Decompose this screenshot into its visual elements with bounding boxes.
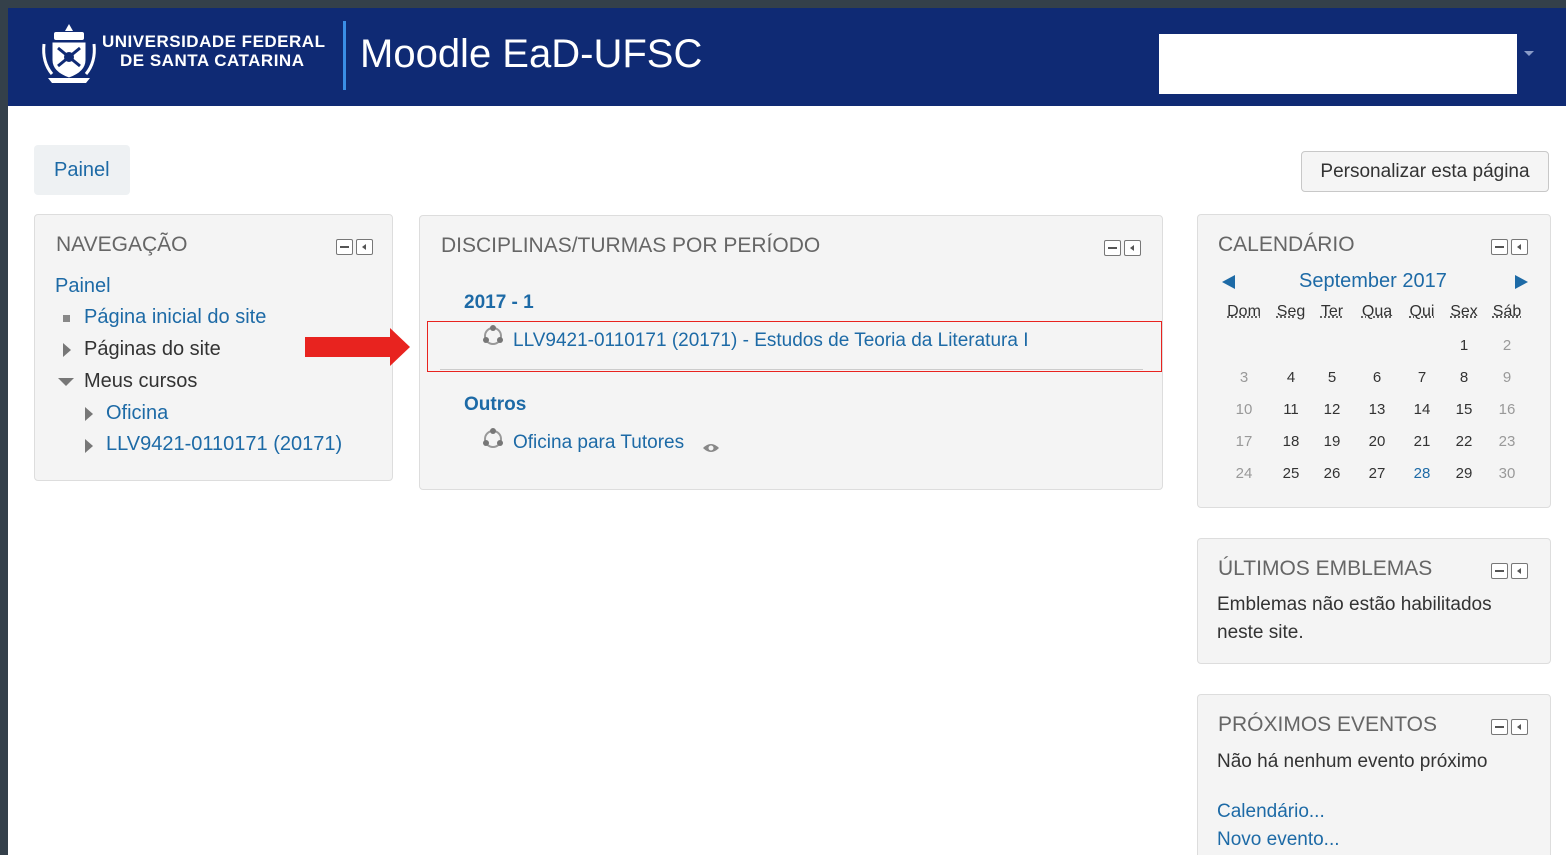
nav-course-oficina[interactable]: Oficina	[106, 402, 168, 425]
site-title[interactable]: Moodle EaD-UFSC	[360, 32, 702, 77]
latest-badges-block: ÚLTIMOS EMBLEMAS Emblemas não estão habi…	[1197, 538, 1551, 664]
period-heading[interactable]: 2017 - 1	[464, 292, 534, 314]
breadcrumb-painel-link[interactable]: Painel	[54, 159, 110, 182]
calendar-month-label[interactable]: September 2017	[1299, 270, 1447, 293]
calendar-day[interactable]: 25	[1276, 465, 1306, 482]
calendar-day[interactable]: 6	[1362, 369, 1392, 386]
previous-month-icon[interactable]	[1222, 275, 1235, 289]
annotation-highlight-box	[427, 321, 1162, 372]
calendar-day[interactable]: 17	[1229, 433, 1259, 450]
events-block-title: PRÓXIMOS EVENTOS	[1218, 713, 1437, 736]
calendar-weekday: Sex	[1450, 303, 1478, 320]
minimize-block-icon[interactable]	[336, 239, 353, 255]
calendar-day[interactable]: 4	[1276, 369, 1306, 386]
new-event-link[interactable]: Novo evento...	[1217, 829, 1340, 851]
calendar-day[interactable]: 29	[1449, 465, 1479, 482]
calendar-link[interactable]: Calendário...	[1217, 801, 1325, 823]
nav-painel-link[interactable]: Painel	[55, 275, 111, 298]
calendar-block: CALENDÁRIO September 2017 Dom Seg Ter Qua Qu…	[1197, 214, 1551, 508]
next-month-icon[interactable]	[1515, 275, 1528, 289]
university-name-line2: DE SANTA CATARINA	[120, 51, 305, 70]
block-controls	[336, 239, 376, 257]
calendar-day[interactable]: 22	[1449, 433, 1479, 450]
calendar-day[interactable]: 14	[1407, 401, 1437, 418]
calendar-day[interactable]: 16	[1492, 401, 1522, 418]
collapse-arrow-icon[interactable]	[58, 378, 74, 386]
calendar-weekday: Seg	[1276, 303, 1306, 320]
calendar-weekday: Sáb	[1492, 303, 1522, 320]
calendar-weekday: Ter	[1320, 303, 1344, 320]
calendar-day[interactable]: 13	[1362, 401, 1392, 418]
calendar-day[interactable]: 11	[1276, 401, 1306, 418]
course-icon	[483, 428, 503, 448]
calendar-day[interactable]: 19	[1317, 433, 1347, 450]
badges-block-title: ÚLTIMOS EMBLEMAS	[1218, 557, 1433, 580]
calendar-day[interactable]: 7	[1407, 369, 1437, 386]
expand-arrow-icon[interactable]	[85, 439, 93, 453]
calendar-day[interactable]: 30	[1492, 465, 1522, 482]
nav-course-llv9421[interactable]: LLV9421-0110171 (20171)	[106, 433, 342, 456]
calendar-weekday: Qua	[1361, 303, 1393, 320]
university-name-line1: UNIVERSIDADE FEDERAL	[102, 32, 326, 51]
calendar-weekday: Dom	[1227, 303, 1261, 320]
university-emblem-icon[interactable]	[40, 22, 98, 84]
period-heading-outros[interactable]: Outros	[464, 394, 526, 416]
no-events-message: Não há nenhum evento próximo	[1217, 751, 1488, 772]
top-navbar: UNIVERSIDADE FEDERAL DE SANTA CATARINA M…	[8, 8, 1566, 106]
dock-block-icon[interactable]	[1511, 719, 1528, 735]
dock-block-icon[interactable]	[1511, 563, 1528, 579]
calendar-day[interactable]: 12	[1317, 401, 1347, 418]
annotation-arrow-head	[390, 328, 410, 366]
calendar-day[interactable]: 18	[1276, 433, 1306, 450]
calendar-day[interactable]: 10	[1229, 401, 1259, 418]
annotation-arrow	[305, 337, 391, 357]
minimize-block-icon[interactable]	[1491, 719, 1508, 735]
courses-block-title: DISCIPLINAS/TURMAS POR PERÍODO	[441, 234, 821, 257]
bullet-icon	[63, 315, 70, 322]
breadcrumb: Painel	[34, 145, 130, 195]
dock-block-icon[interactable]	[1124, 240, 1141, 256]
calendar-day[interactable]: 23	[1492, 433, 1522, 450]
course-link-oficina-tutores[interactable]: Oficina para Tutores	[513, 432, 684, 454]
calendar-day[interactable]: 1	[1449, 337, 1479, 354]
calendar-day[interactable]: 5	[1317, 369, 1347, 386]
upcoming-events-block: PRÓXIMOS EVENTOS Não há nenhum evento pr…	[1197, 694, 1551, 855]
calendar-day[interactable]: 28	[1407, 465, 1437, 482]
navigation-block-title: NAVEGAÇÃO	[56, 233, 188, 256]
page-frame: UNIVERSIDADE FEDERAL DE SANTA CATARINA M…	[8, 8, 1566, 855]
dock-block-icon[interactable]	[356, 239, 373, 255]
nav-my-courses[interactable]: Meus cursos	[84, 370, 197, 393]
minimize-block-icon[interactable]	[1491, 563, 1508, 579]
calendar-block-title: CALENDÁRIO	[1218, 233, 1355, 256]
block-controls	[1491, 719, 1531, 737]
block-controls	[1491, 239, 1531, 257]
expand-arrow-icon[interactable]	[63, 343, 71, 357]
expand-arrow-icon[interactable]	[85, 407, 93, 421]
calendar-day[interactable]: 24	[1229, 465, 1259, 482]
calendar-day[interactable]: 26	[1317, 465, 1347, 482]
calendar-day[interactable]: 3	[1229, 369, 1259, 386]
calendar-day[interactable]: 9	[1492, 369, 1522, 386]
badges-message-line1: Emblemas não estão habilitados	[1217, 594, 1492, 615]
user-menu[interactable]	[1159, 34, 1517, 94]
calendar-day[interactable]: 8	[1449, 369, 1479, 386]
minimize-block-icon[interactable]	[1491, 239, 1508, 255]
minimize-block-icon[interactable]	[1104, 240, 1121, 256]
calendar-day[interactable]: 2	[1492, 337, 1522, 354]
header-divider	[343, 21, 346, 90]
block-controls	[1491, 563, 1531, 581]
calendar-day[interactable]: 20	[1362, 433, 1392, 450]
nav-site-home-link[interactable]: Página inicial do site	[84, 306, 266, 329]
visibility-eye-icon	[703, 444, 719, 452]
calendar-weekday: Qui	[1409, 303, 1435, 320]
customize-page-button[interactable]: Personalizar esta página	[1301, 151, 1549, 192]
calendar-day[interactable]: 15	[1449, 401, 1479, 418]
dock-block-icon[interactable]	[1511, 239, 1528, 255]
badges-message-line2: neste site.	[1217, 622, 1304, 643]
calendar-day[interactable]: 21	[1407, 433, 1437, 450]
calendar-day[interactable]: 27	[1362, 465, 1392, 482]
nav-site-pages[interactable]: Páginas do site	[84, 338, 221, 361]
user-menu-caret-icon[interactable]	[1524, 51, 1534, 56]
block-controls	[1104, 240, 1144, 258]
